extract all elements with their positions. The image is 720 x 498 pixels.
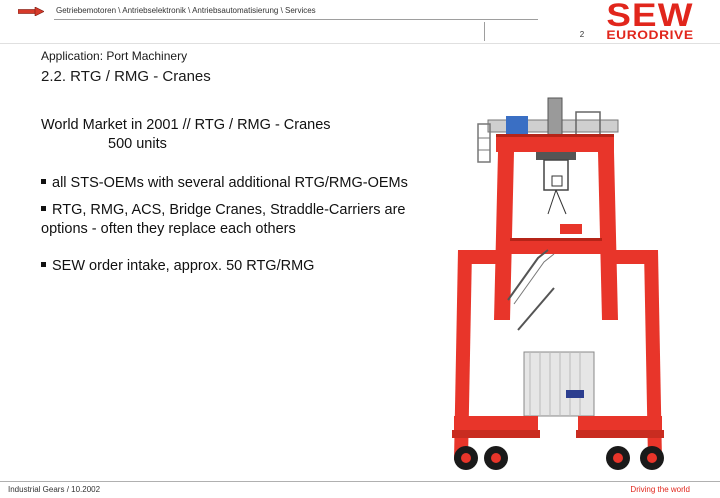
bullet-square-icon xyxy=(41,262,46,267)
logo-subtitle: EURODRIVE xyxy=(606,28,694,42)
bullet-text: RTG, RMG, ACS, Bridge Cranes, Straddle-C… xyxy=(41,202,406,237)
header-divider xyxy=(54,19,538,20)
rtg-crane-image xyxy=(452,97,664,470)
market-line: World Market in 2001 // RTG / RMG - Cran… xyxy=(41,117,331,133)
bullet-square-icon xyxy=(41,179,46,184)
bullet-text: all STS-OEMs with several additional RTG… xyxy=(52,175,408,191)
units-line: 500 units xyxy=(108,136,167,152)
bullet-square-icon xyxy=(41,206,46,211)
bullet-item: SEW order intake, approx. 50 RTG/RMG xyxy=(41,257,441,276)
bullet-text: SEW order intake, approx. 50 RTG/RMG xyxy=(52,258,315,274)
bullet-item: all STS-OEMs with several additional RTG… xyxy=(41,174,441,193)
slide-content: World Market in 2001 // RTG / RMG - Cran… xyxy=(41,116,441,276)
sew-eurodrive-logo: SEW EURODRIVE xyxy=(581,0,719,41)
breadcrumb[interactable]: Getriebemotoren \ Antriebselektronik \ A… xyxy=(56,6,316,15)
section-label: Application: Port Machinery xyxy=(41,49,188,63)
header-bottom-border xyxy=(0,43,720,44)
logo-wordmark: SEW xyxy=(606,0,694,33)
arrow-right-icon[interactable] xyxy=(18,7,44,16)
footer: Industrial Gears / 10.2002 Driving the w… xyxy=(0,474,720,498)
footer-tagline: Driving the world xyxy=(630,485,690,494)
footer-left-text: Industrial Gears / 10.2002 xyxy=(8,485,101,494)
bullet-item: RTG, RMG, ACS, Bridge Cranes, Straddle-C… xyxy=(41,201,441,239)
footer-divider xyxy=(0,481,720,482)
slide-title: 2.2. RTG / RMG - Cranes xyxy=(41,68,211,85)
